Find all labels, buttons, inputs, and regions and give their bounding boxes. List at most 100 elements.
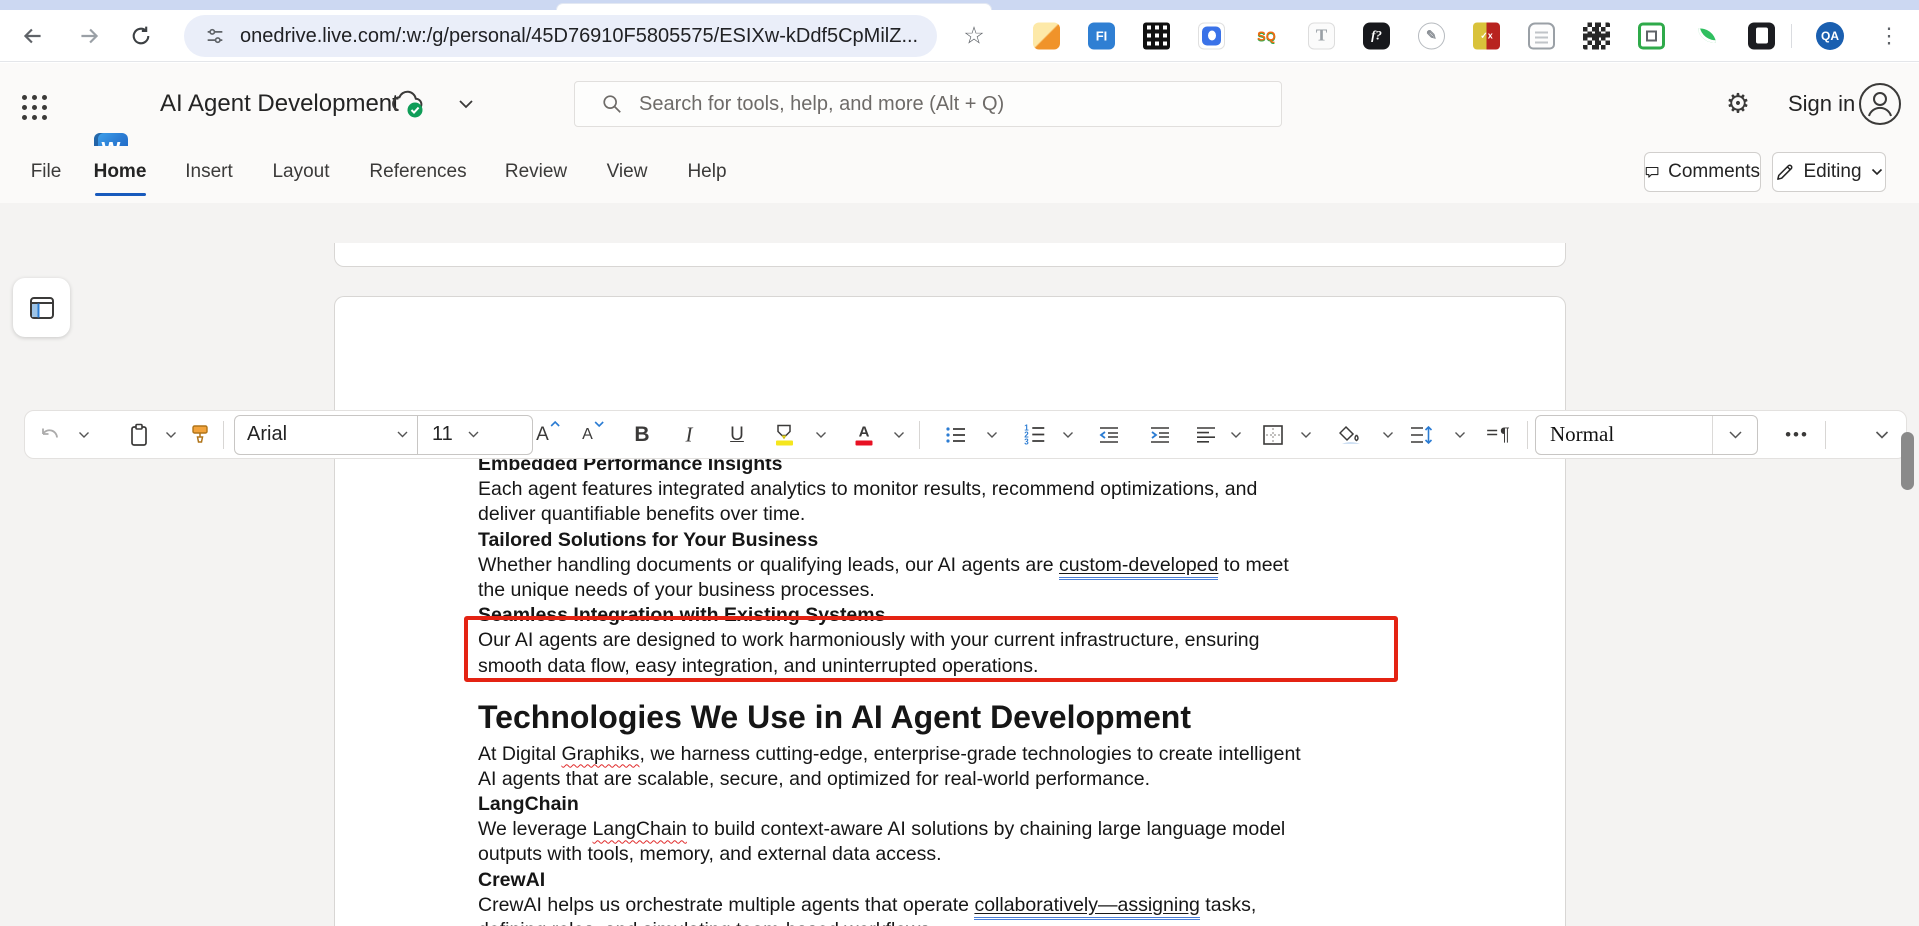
- borders-chevron-icon[interactable]: [1301, 431, 1312, 438]
- browser-profile-avatar[interactable]: QA: [1816, 22, 1844, 50]
- menu-tab-layout[interactable]: Layout: [272, 161, 329, 183]
- menu-tab-review[interactable]: Review: [505, 161, 567, 183]
- shading-button[interactable]: [1339, 424, 1363, 446]
- highlight-color-button[interactable]: [774, 424, 794, 445]
- undo-button[interactable]: [39, 425, 61, 445]
- paste-chevron-icon[interactable]: [166, 431, 177, 438]
- bullet-list-chevron-icon[interactable]: [987, 431, 998, 438]
- vertical-scrollbar-thumb[interactable]: [1901, 432, 1914, 490]
- browser-menu-icon[interactable]: ⋮: [1879, 23, 1900, 48]
- account-avatar-icon[interactable]: [1858, 82, 1902, 126]
- decrease-indent-button[interactable]: [1098, 425, 1120, 445]
- document-canvas: Embedded Performance Insights Each agent…: [0, 257, 1919, 926]
- format-painter-button[interactable]: [189, 423, 211, 447]
- styles-chevron-icon[interactable]: [1713, 431, 1757, 439]
- numbered-list-button[interactable]: 123: [1024, 424, 1045, 445]
- paste-button[interactable]: [129, 423, 149, 447]
- doc-line: Each agent features integrated analytics…: [478, 477, 1301, 502]
- doc-line: Whether handling documents or qualifying…: [478, 553, 1301, 578]
- bookmark-star-icon[interactable]: ☆: [963, 21, 985, 50]
- navigation-pane-toggle[interactable]: [13, 278, 70, 337]
- extension-pixel-grid-icon[interactable]: [1583, 22, 1610, 49]
- back-icon[interactable]: [20, 23, 46, 49]
- borders-button[interactable]: [1262, 424, 1284, 446]
- comments-button[interactable]: Comments: [1644, 152, 1761, 192]
- menu-tab-references[interactable]: References: [369, 161, 466, 183]
- extension-screen-capture-icon[interactable]: [1638, 22, 1665, 49]
- font-family-chevron-icon[interactable]: [387, 431, 417, 438]
- increase-indent-button[interactable]: [1149, 425, 1171, 445]
- extension-qr-code-icon[interactable]: [1143, 22, 1170, 49]
- font-size-chevron-icon[interactable]: [458, 431, 488, 438]
- menu-tab-help[interactable]: Help: [687, 161, 726, 183]
- reload-icon[interactable]: [129, 23, 154, 48]
- doc-line: deliver quantifiable benefits over time.: [478, 502, 1301, 527]
- doc-line: Our AI agents are designed to work harmo…: [478, 628, 1301, 653]
- address-bar[interactable]: onedrive.live.com/:w:/g/personal/45D7691…: [184, 15, 937, 57]
- spellcheck-text: Graphiks: [561, 743, 639, 765]
- comments-label: Comments: [1668, 161, 1760, 183]
- more-options-button[interactable]: •••: [1785, 425, 1809, 445]
- extension-function-help-icon[interactable]: f?: [1363, 22, 1390, 49]
- highlight-chevron-icon[interactable]: [816, 431, 827, 438]
- bold-button[interactable]: B: [634, 423, 649, 447]
- search-input[interactable]: Search for tools, help, and more (Alt + …: [574, 81, 1282, 127]
- forward-icon[interactable]: [76, 23, 102, 49]
- extension-pen-icon[interactable]: ✎: [1418, 22, 1445, 49]
- spellcheck-text: LangChain: [593, 818, 687, 840]
- undo-chevron-icon[interactable]: [79, 431, 90, 438]
- menu-tab-home[interactable]: Home: [94, 161, 147, 183]
- align-button[interactable]: [1195, 425, 1217, 445]
- extension-clipboard-icon[interactable]: [1748, 22, 1775, 49]
- site-settings-icon[interactable]: [204, 25, 226, 47]
- font-color-chevron-icon[interactable]: [894, 431, 905, 438]
- document-title[interactable]: AI Agent Development: [160, 90, 399, 118]
- toolbar-divider: [1791, 24, 1792, 48]
- sign-in-button[interactable]: Sign in: [1788, 91, 1855, 117]
- menu-tab-file[interactable]: File: [31, 161, 62, 183]
- underline-button[interactable]: U: [730, 424, 744, 446]
- extension-notes-icon[interactable]: [1033, 22, 1060, 49]
- styles-select[interactable]: Normal: [1535, 415, 1758, 455]
- doc-subheading: Tailored Solutions for Your Business: [478, 528, 1301, 553]
- doc-line: At Digital Graphiks, we harness cutting-…: [478, 742, 1301, 767]
- shrink-font-button[interactable]: A: [582, 426, 604, 444]
- settings-gear-icon[interactable]: ⚙: [1726, 89, 1750, 120]
- url-text[interactable]: onedrive.live.com/:w:/g/personal/45D7691…: [240, 25, 918, 48]
- numbered-list-chevron-icon[interactable]: [1063, 431, 1074, 438]
- app-launcher-icon[interactable]: [22, 95, 48, 121]
- collapse-ribbon-chevron-icon[interactable]: [1875, 430, 1889, 439]
- suggested-edit-text: custom-developed: [1059, 554, 1218, 580]
- title-chevron-down-icon[interactable]: [458, 99, 474, 109]
- extension-launcher-icon[interactable]: [1198, 22, 1225, 49]
- style-value: Normal: [1536, 422, 1712, 447]
- menu-tab-insert[interactable]: Insert: [185, 161, 233, 183]
- menu-tab-view[interactable]: View: [607, 161, 648, 183]
- editing-mode-button[interactable]: Editing: [1772, 152, 1886, 192]
- paragraph-marks-button[interactable]: ¶: [1486, 424, 1510, 445]
- font-color-button[interactable]: A: [856, 424, 873, 445]
- doc-subheading: LangChain: [478, 792, 1301, 817]
- font-family-value: Arial: [235, 423, 387, 446]
- extension-text-tool-icon[interactable]: T: [1308, 22, 1335, 49]
- saved-to-cloud-icon[interactable]: [388, 88, 430, 120]
- extension-seo-quake-icon[interactable]: SQ: [1253, 22, 1280, 49]
- ribbon-divider: [223, 421, 224, 449]
- document-text[interactable]: Embedded Performance Insights Each agent…: [478, 452, 1301, 926]
- line-spacing-button[interactable]: [1409, 425, 1433, 445]
- search-placeholder: Search for tools, help, and more (Alt + …: [639, 93, 1004, 116]
- grow-font-button[interactable]: A: [536, 424, 560, 446]
- shading-chevron-icon[interactable]: [1383, 431, 1394, 438]
- suggested-edit-text: collaboratively—assigning: [974, 894, 1199, 920]
- active-tab-underline: [95, 193, 146, 196]
- line-spacing-chevron-icon[interactable]: [1455, 431, 1466, 438]
- extension-font-identifier-icon[interactable]: FI: [1088, 22, 1115, 49]
- font-family-select[interactable]: Arial 11: [234, 415, 533, 455]
- italic-button[interactable]: I: [686, 422, 693, 447]
- extension-ruler-icon[interactable]: [1528, 22, 1555, 49]
- extension-eco-leaf-icon[interactable]: [1693, 22, 1720, 49]
- bullet-list-button[interactable]: [945, 425, 967, 445]
- office-header: W AI Agent Development Search for tools,…: [0, 63, 1919, 146]
- extension-calculator-icon[interactable]: ✓x: [1473, 22, 1500, 49]
- align-chevron-icon[interactable]: [1231, 431, 1242, 438]
